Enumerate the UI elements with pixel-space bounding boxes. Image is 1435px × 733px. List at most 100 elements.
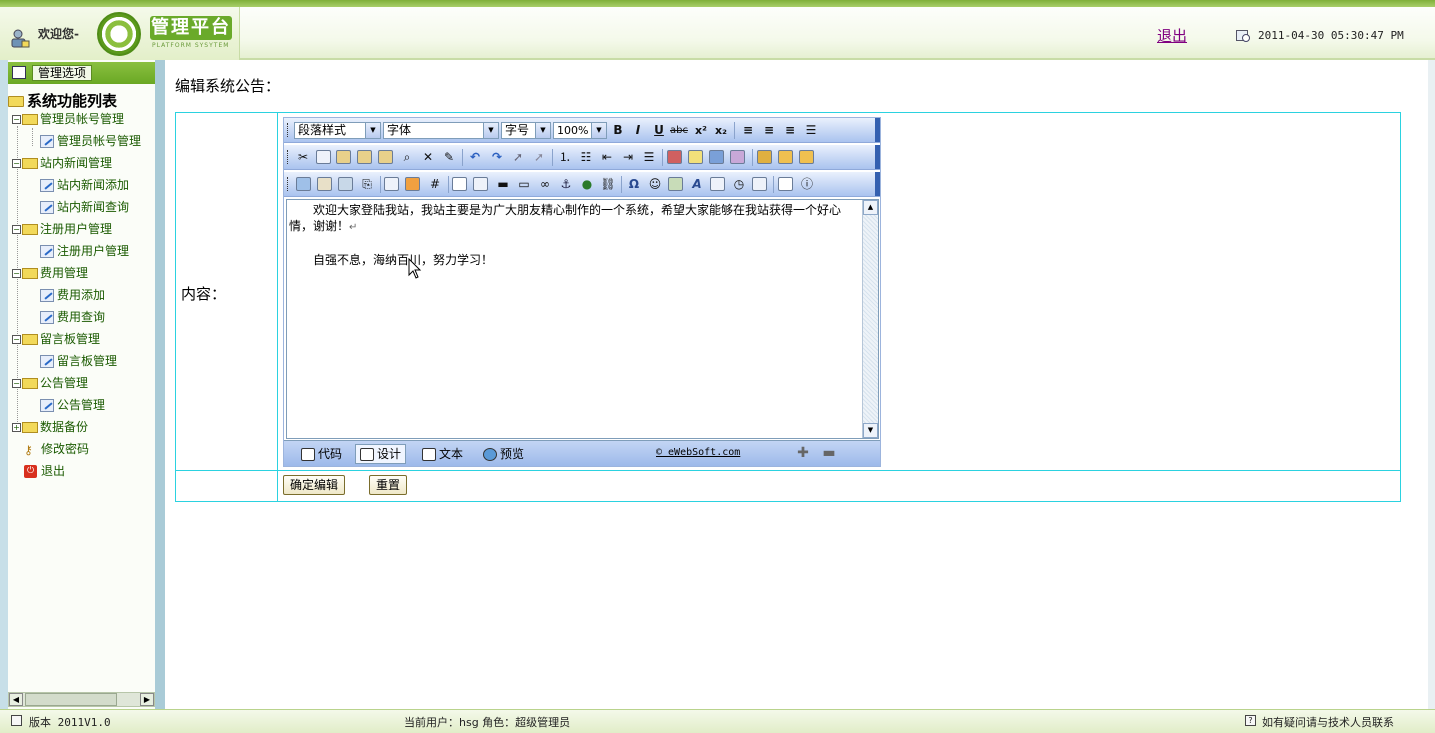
mode-tab-preview[interactable]: 预览	[478, 444, 529, 464]
align-justify-icon[interactable]: ☰	[802, 122, 820, 139]
align-right-icon[interactable]: ≡	[781, 122, 799, 139]
scroll-up-icon[interactable]: ▲	[863, 200, 878, 215]
strikethrough-icon[interactable]: abc	[670, 122, 688, 139]
tree-group-backup[interactable]: + 数据备份	[12, 419, 88, 435]
unordered-list-icon[interactable]: ☷	[577, 149, 595, 166]
anchor-icon[interactable]: ⚓	[557, 176, 575, 193]
zoom-select[interactable]: 100% ▼	[553, 122, 607, 139]
zoom-in-icon[interactable]: ✚	[796, 446, 810, 460]
form-icon[interactable]	[452, 177, 467, 191]
editor-content-area[interactable]: 欢迎大家登陆我站，我站主要是为广大朋友精心制作的一个系统，希望大家能够在我站获得…	[286, 199, 879, 439]
underline-icon[interactable]: U	[650, 122, 668, 139]
delete-icon[interactable]: ✕	[419, 149, 437, 166]
header-logout-link[interactable]: 退出	[1157, 25, 1187, 46]
unlink-icon[interactable]: ⛓	[599, 176, 617, 193]
tree-item-news-query[interactable]: 站内新闻查询	[40, 199, 129, 215]
tree-group-news[interactable]: − 站内新闻管理	[12, 155, 112, 171]
expand-icon[interactable]: +	[12, 423, 21, 432]
send-backward-icon[interactable]	[799, 150, 814, 164]
media-icon[interactable]	[338, 177, 353, 191]
align-center-icon[interactable]: ≡	[760, 122, 778, 139]
attachment-icon[interactable]: ⎘	[358, 176, 376, 193]
link-icon[interactable]: ∞	[536, 176, 554, 193]
align-left-icon[interactable]: ≡	[739, 122, 757, 139]
editor-copyright-link[interactable]: © eWebSoft.com	[656, 447, 740, 458]
redo-icon[interactable]: ↷	[488, 149, 506, 166]
tree-group-fees[interactable]: − 费用管理	[12, 265, 88, 281]
tree-item-users-manage[interactable]: 注册用户管理	[40, 243, 129, 259]
collapse-icon[interactable]: −	[12, 225, 21, 234]
date-icon[interactable]	[710, 177, 725, 191]
page-break-icon[interactable]	[752, 177, 767, 191]
editor-vertical-scrollbar[interactable]: ▲ ▼	[862, 200, 878, 438]
font-color-icon[interactable]	[667, 150, 682, 164]
ordered-list-icon[interactable]: ⒈	[556, 149, 574, 166]
tree-item-fees-query[interactable]: 费用查询	[40, 309, 105, 325]
paste-word-icon[interactable]	[378, 150, 393, 164]
absolute-position-icon[interactable]	[757, 150, 772, 164]
font-size-select[interactable]: 字号 ▼	[501, 122, 551, 139]
tree-item-fees-add[interactable]: 费用添加	[40, 287, 105, 303]
collapse-icon[interactable]: −	[12, 269, 21, 278]
select-icon[interactable]: ➚	[509, 149, 527, 166]
scroll-left-icon[interactable]: ◀	[9, 693, 23, 706]
find-icon[interactable]: ⌕	[398, 149, 416, 166]
mode-tab-text[interactable]: 文本	[417, 444, 468, 464]
font-name-select[interactable]: 字体 ▼	[383, 122, 499, 139]
sidebar-divider[interactable]	[155, 60, 165, 709]
paste-icon[interactable]	[336, 150, 351, 164]
tree-group-users[interactable]: − 注册用户管理	[12, 221, 112, 237]
gallery-icon[interactable]	[668, 177, 683, 191]
collapse-icon[interactable]: −	[12, 335, 21, 344]
collapse-icon[interactable]: −	[12, 379, 21, 388]
tree-item-guestbook-manage[interactable]: 留言板管理	[40, 353, 117, 369]
collapse-icon[interactable]: −	[12, 115, 21, 124]
paste-text-icon[interactable]	[357, 150, 372, 164]
submit-edit-button[interactable]: 确定编辑	[283, 475, 346, 495]
scroll-down-icon[interactable]: ▼	[863, 423, 878, 438]
paragraph-icon[interactable]: ☰	[640, 149, 658, 166]
subscript-icon[interactable]: x₂	[712, 122, 730, 139]
table-props-icon[interactable]	[405, 177, 420, 191]
mode-tab-code[interactable]: 代码	[296, 444, 347, 464]
style-icon[interactable]	[730, 150, 745, 164]
about-icon[interactable]: ⓘ	[798, 176, 816, 193]
tree-item-logout[interactable]: ⏻ 退出	[24, 463, 65, 479]
flash-icon[interactable]	[317, 177, 332, 191]
mode-tab-design[interactable]: 设计	[355, 444, 407, 464]
marquee-icon[interactable]: ▭	[515, 176, 533, 193]
outdent-icon[interactable]: ⇤	[598, 149, 616, 166]
fullscreen-icon[interactable]	[778, 177, 793, 191]
sidebar-horizontal-scrollbar[interactable]: ◀ ▶	[8, 692, 155, 707]
tree-item-notices-manage[interactable]: 公告管理	[40, 397, 105, 413]
undo-icon[interactable]: ↶	[466, 149, 484, 166]
cut-icon[interactable]: ✂	[294, 149, 312, 166]
scroll-thumb[interactable]	[25, 693, 117, 706]
menu-options-button[interactable]: 管理选项	[32, 65, 93, 81]
zoom-out-icon[interactable]: ▬	[822, 446, 836, 460]
italic-icon[interactable]: I	[629, 122, 647, 139]
time-icon[interactable]: ◷	[730, 176, 748, 193]
table-icon[interactable]	[384, 177, 399, 191]
paragraph-style-select[interactable]: 段落样式 ▼	[294, 122, 381, 139]
tree-item-news-add[interactable]: 站内新闻添加	[40, 177, 129, 193]
iframe-icon[interactable]	[473, 177, 488, 191]
collapse-icon[interactable]: −	[12, 159, 21, 168]
tree-group-admin[interactable]: − 管理员帐号管理	[12, 111, 124, 127]
clear-format-icon[interactable]: ✎	[440, 149, 458, 166]
superscript-icon[interactable]: x²	[692, 122, 710, 139]
map-icon[interactable]: ●	[578, 176, 596, 193]
grid-icon[interactable]: #	[426, 176, 444, 193]
indent-icon[interactable]: ⇥	[619, 149, 637, 166]
editor-text[interactable]: 欢迎大家登陆我站，我站主要是为广大朋友精心制作的一个系统，希望大家能够在我站获得…	[289, 202, 859, 268]
tree-group-guestbook[interactable]: − 留言板管理	[12, 331, 100, 347]
select-all-icon[interactable]: ➚	[530, 149, 548, 166]
tree-item-change-password[interactable]: ⚷ 修改密码	[24, 441, 89, 457]
bgcolor-icon[interactable]	[709, 150, 724, 164]
art-text-icon[interactable]: A	[688, 176, 706, 193]
bold-icon[interactable]: B	[609, 122, 627, 139]
highlight-icon[interactable]	[688, 150, 703, 164]
scroll-right-icon[interactable]: ▶	[140, 693, 154, 706]
horizontal-rule-icon[interactable]: ▬	[494, 176, 512, 193]
special-char-icon[interactable]: Ω	[625, 176, 643, 193]
